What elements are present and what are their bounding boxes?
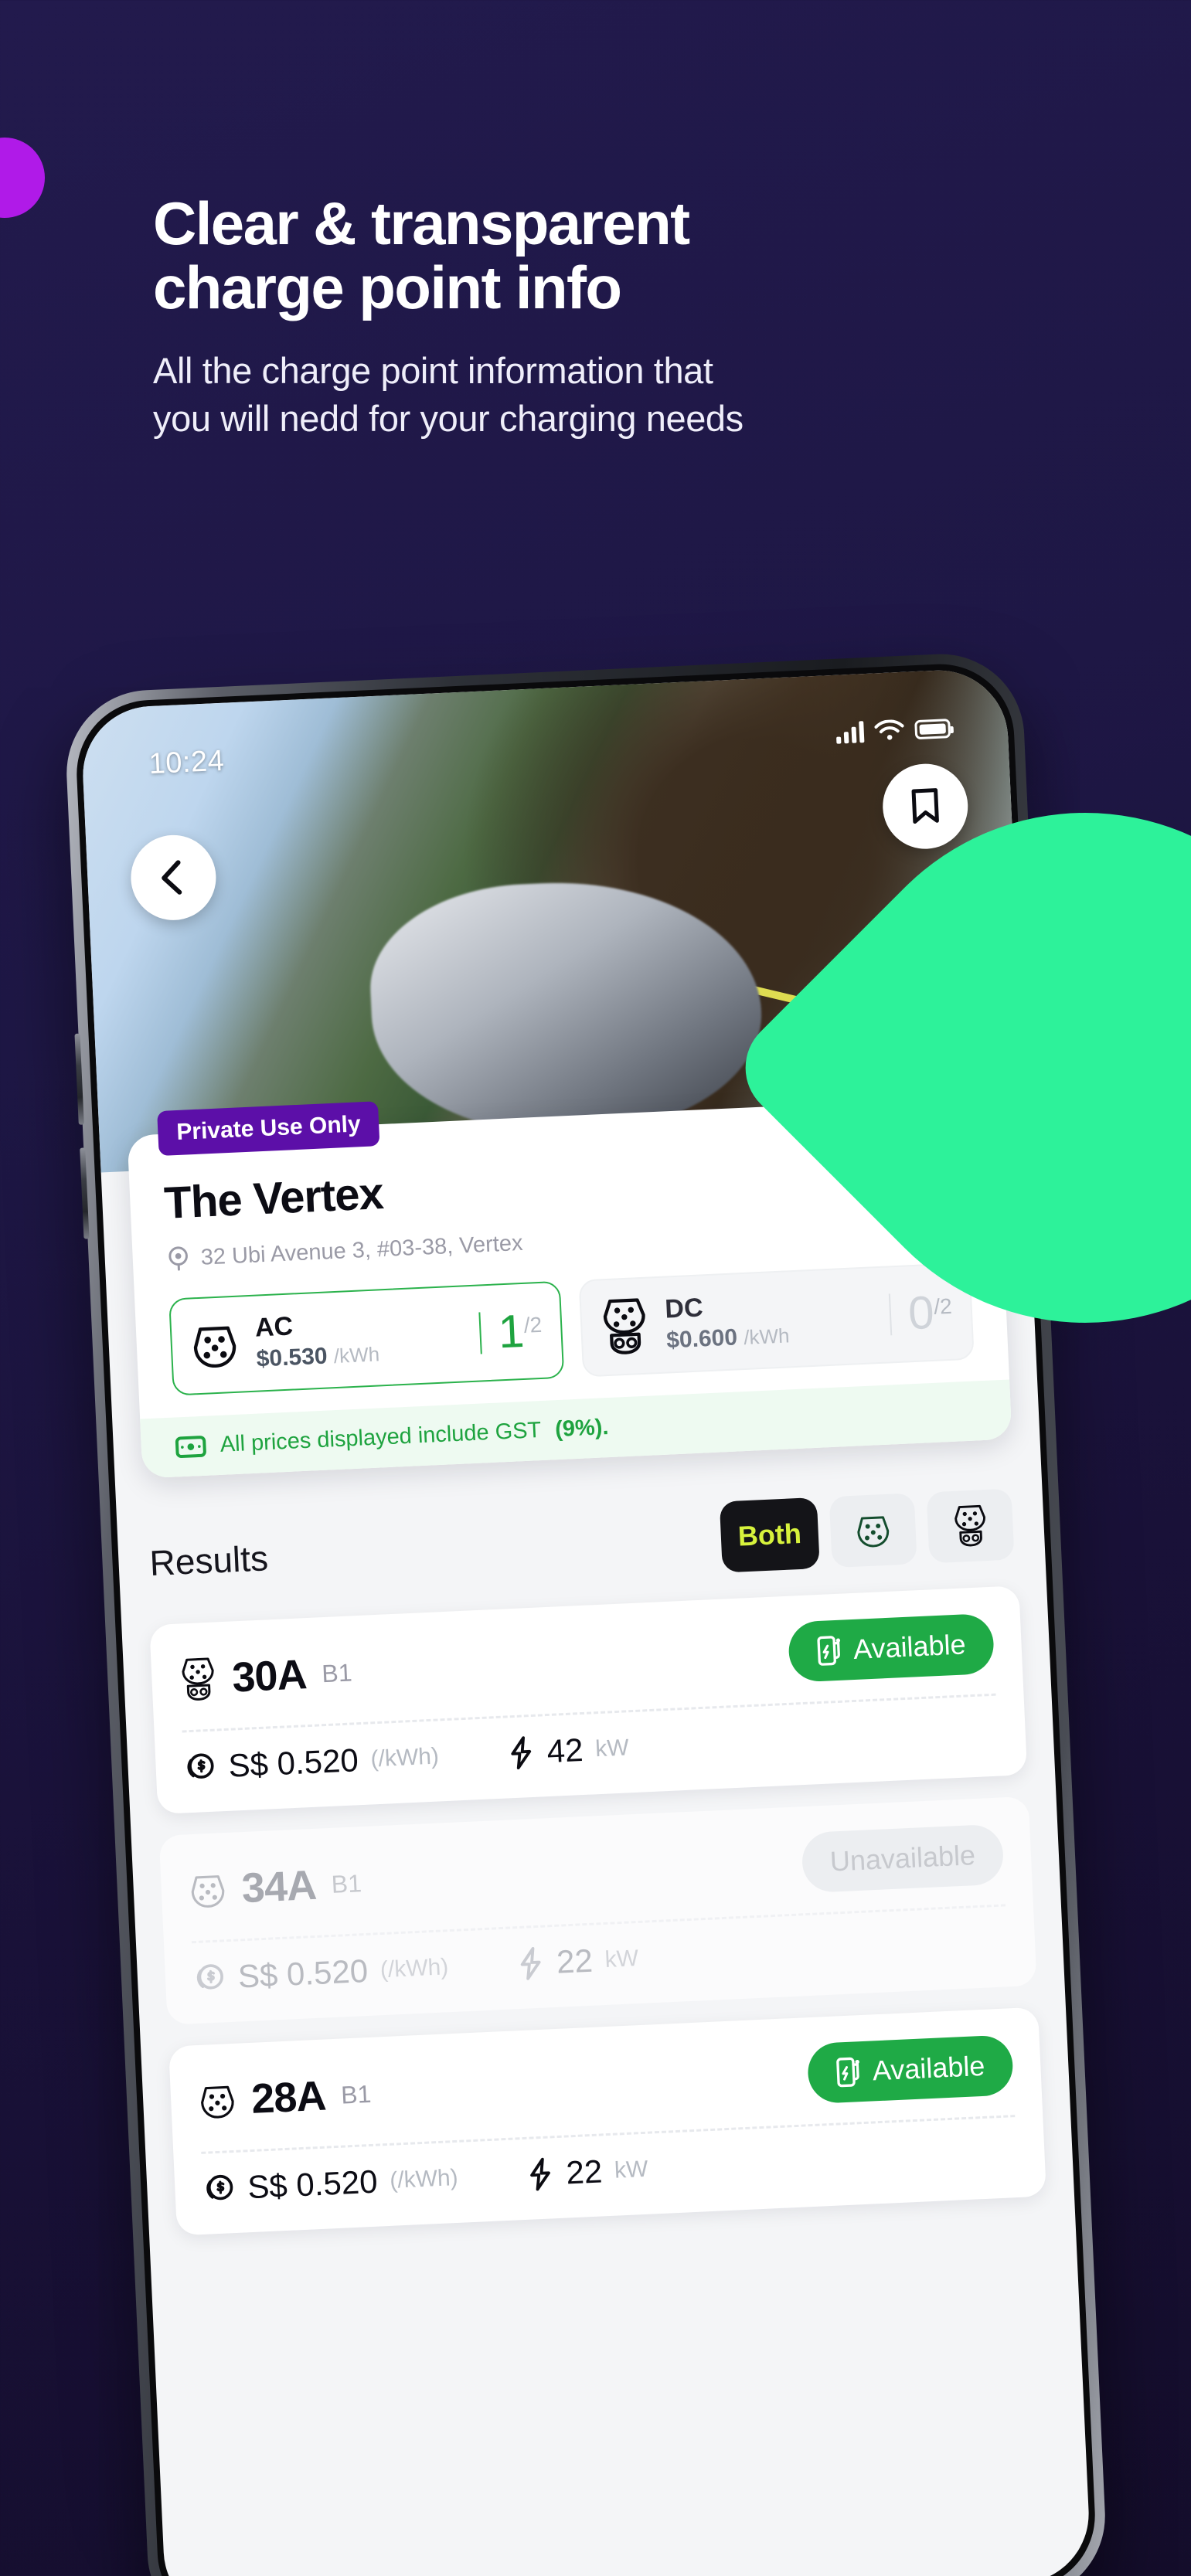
filter-tab-both[interactable]: Both [719, 1497, 820, 1573]
price-metric: S$ 0.520 (/kWh) [202, 2160, 458, 2208]
price-value: S$ 0.520 [227, 1742, 359, 1784]
status-badge-label: Available [852, 1628, 967, 1665]
power-unit: kW [614, 2156, 649, 2183]
connector-available-ac: 1 [497, 1304, 526, 1358]
connector-price-ac: $0.530 /kWh [256, 1342, 380, 1372]
wifi-icon [874, 719, 904, 743]
power-value: 22 [565, 2153, 604, 2191]
gst-notice: All prices displayed include GST (9%). [140, 1379, 1012, 1479]
hero-text-block: Clear & transparent charge point info Al… [153, 192, 1050, 443]
ac-connector-icon [189, 1868, 227, 1912]
headline-line-1: Clear & transparent [153, 189, 690, 257]
results-label: Results [148, 1538, 270, 1584]
power-metric: 22 kW [526, 2151, 648, 2194]
bookmark-button[interactable] [880, 762, 970, 851]
filter-tab-ac[interactable] [829, 1493, 917, 1568]
connector-summary-ac[interactable]: AC $0.530 /kWh 1 /2 [168, 1280, 565, 1396]
status-badge: Private Use Only [157, 1101, 380, 1157]
connector-count-ac: 1 /2 [478, 1304, 543, 1358]
gst-text: All prices displayed include GST [219, 1418, 542, 1457]
dc-connector-icon [179, 1655, 218, 1703]
status-badge[interactable]: Available [806, 2034, 1015, 2105]
battery-full-icon [914, 718, 951, 739]
coin-dollar-icon [183, 1751, 217, 1785]
connector-filter-group: Both [719, 1488, 1015, 1573]
connector-type-dc: DC [664, 1293, 704, 1324]
gst-rate: (9%). [554, 1415, 610, 1443]
status-bar: 10:24 [82, 705, 1009, 788]
power-metric: 42 kW [508, 1729, 630, 1772]
charging-station-icon [815, 1635, 843, 1667]
ac-connector-icon [189, 1318, 240, 1373]
power-unit: kW [594, 1735, 630, 1762]
charging-station-icon [835, 2056, 863, 2088]
price-unit: (/kWh) [369, 1743, 440, 1772]
ac-connector-icon [198, 2079, 236, 2122]
bolt-icon [517, 1946, 545, 1981]
filter-tab-dc[interactable] [926, 1488, 1015, 1564]
price-metric: S$ 0.520 (/kWh) [192, 1949, 449, 1997]
map-pin-icon [166, 1245, 191, 1272]
price-unit: (/kWh) [389, 2164, 459, 2194]
chevron-left-icon [156, 858, 190, 898]
table-row[interactable]: 34A B1 Unavailable S$ 0.520 (/kWh) 22 kW [158, 1796, 1037, 2025]
connector-price-dc: $0.600 /kWh [665, 1324, 791, 1354]
status-badge: Unavailable [801, 1823, 1005, 1894]
power-value: 22 [556, 1942, 594, 1980]
price-unit: (/kWh) [379, 1954, 449, 1983]
banknote-icon [175, 1433, 206, 1460]
connector-count-dc: 0 /2 [889, 1286, 954, 1340]
charger-bay: B1 [340, 2079, 373, 2109]
connector-summary-row: AC $0.530 /kWh 1 /2 DC $0.600 /kWh 0 /2 [168, 1262, 975, 1396]
volume-down-button[interactable] [80, 1147, 90, 1239]
dc-connector-icon [951, 1503, 989, 1549]
subtitle-line-1: All the charge point information that [153, 350, 713, 392]
page-subtitle: All the charge point information that yo… [153, 347, 1050, 443]
table-row[interactable]: 30A B1 Available S$ 0.520 (/kWh) 42 kW [149, 1585, 1028, 1815]
coin-dollar-icon [202, 2172, 236, 2206]
results-list: 30A B1 Available S$ 0.520 (/kWh) 42 kW 3… [149, 1585, 1047, 2236]
price-value: S$ 0.520 [236, 1952, 369, 1995]
page-title: Clear & transparent charge point info [153, 192, 1050, 319]
status-badge[interactable]: Available [787, 1613, 995, 1683]
power-unit: kW [604, 1946, 639, 1973]
dc-connector-icon [600, 1296, 650, 1358]
status-badge-label: Unavailable [829, 1839, 976, 1878]
charger-amperage: 28A [250, 2072, 327, 2122]
filter-tab-both-label: Both [737, 1517, 802, 1552]
ac-connector-icon [855, 1510, 892, 1551]
charger-amperage: 34A [240, 1861, 318, 1912]
venue-address-text: 32 Ubi Avenue 3, #03-38, Vertex [200, 1230, 524, 1270]
volume-up-button[interactable] [74, 1033, 84, 1125]
status-badge-label: Available [872, 2049, 986, 2087]
connector-available-dc: 0 [907, 1286, 936, 1340]
headline-line-2: charge point info [153, 253, 622, 321]
power-metric: 22 kW [517, 1940, 639, 1983]
price-metric: S$ 0.520 (/kWh) [183, 1738, 440, 1786]
status-clock: 10:24 [148, 744, 226, 780]
connector-total-dc: /2 [933, 1293, 953, 1319]
results-header: Results Both [148, 1488, 1015, 1599]
bolt-icon [508, 1735, 536, 1770]
charger-bay: B1 [330, 1868, 362, 1898]
connector-total-ac: /2 [523, 1312, 543, 1337]
coin-dollar-icon [192, 1961, 226, 1995]
subtitle-line-2: you will nedd for your charging needs [153, 398, 744, 440]
bookmark-icon [909, 787, 941, 827]
power-value: 42 [546, 1731, 584, 1770]
decorative-purple-pin [0, 121, 62, 235]
connector-type-ac: AC [254, 1311, 294, 1343]
table-row[interactable]: 28A B1 Available S$ 0.520 (/kWh) 22 kW [168, 2007, 1047, 2236]
cellular-bars-icon [835, 721, 865, 744]
charger-amperage: 30A [231, 1651, 308, 1701]
price-value: S$ 0.520 [247, 2163, 379, 2206]
connector-summary-dc[interactable]: DC $0.600 /kWh 0 /2 [578, 1262, 975, 1378]
back-button[interactable] [128, 833, 218, 923]
bolt-icon [527, 2156, 555, 2191]
charger-bay: B1 [321, 1657, 353, 1687]
